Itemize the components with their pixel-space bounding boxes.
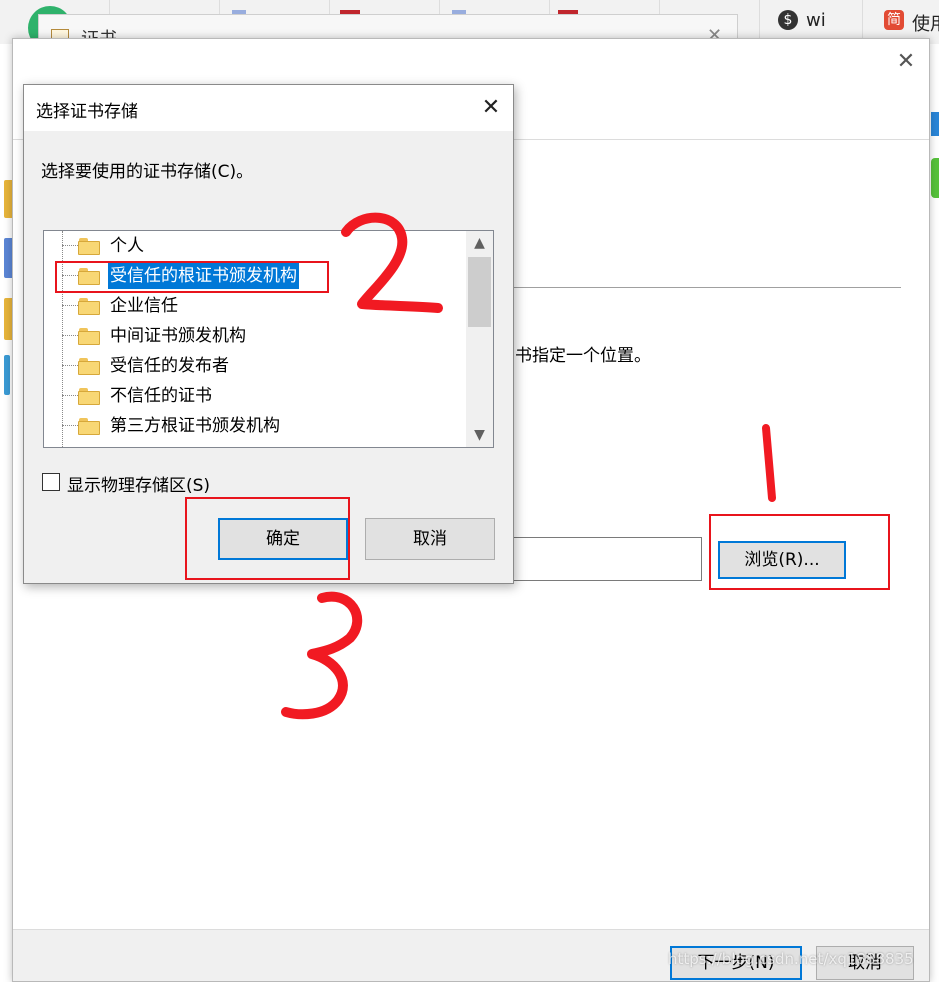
annotation-step-3-stroke (281, 591, 363, 720)
watermark: https://blog.csdn.net/xq1888835 (668, 950, 914, 968)
annotation-step-2-stroke (341, 212, 443, 313)
annotation-step-1-stroke (762, 424, 776, 502)
annotation-step-numbers: 1 2 3 (281, 212, 776, 720)
